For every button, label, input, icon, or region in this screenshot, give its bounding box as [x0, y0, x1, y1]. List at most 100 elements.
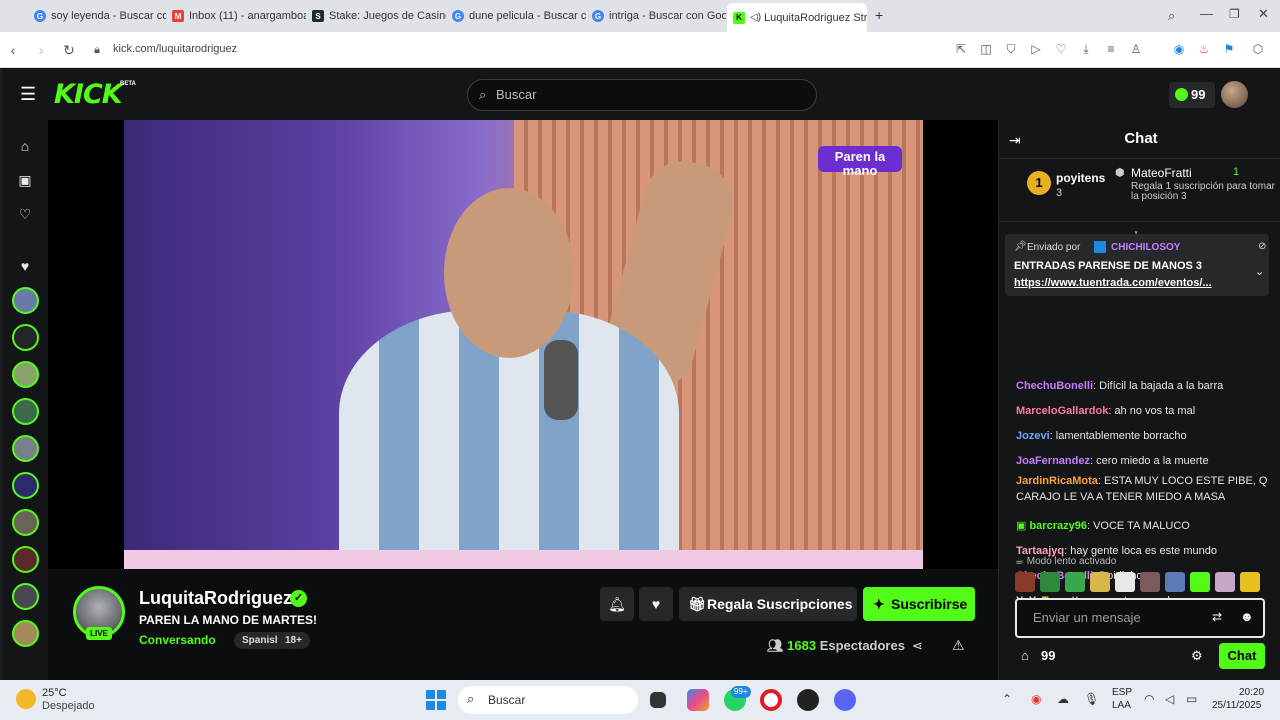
followed-channel-avatar[interactable] — [12, 472, 39, 499]
emote[interactable] — [1090, 572, 1110, 592]
stream-category[interactable]: Conversando — [139, 633, 216, 647]
chat-username[interactable]: MarceloGallardok — [1016, 405, 1108, 417]
kicks-balance-button[interactable]: 99 — [1169, 82, 1215, 108]
browser-tab[interactable]: G dune pelicula - Buscar con — [446, 4, 586, 28]
chat-username[interactable]: JardinRicaMota — [1016, 475, 1098, 487]
reload-icon[interactable]: ↻ — [60, 41, 78, 59]
new-tab-icon[interactable]: + — [875, 8, 889, 22]
pinned-link[interactable]: https://www.tuentrada.com/eventos/... — [1014, 277, 1236, 289]
emote[interactable] — [1115, 572, 1135, 592]
battery-icon[interactable]: ▭ — [1186, 692, 1197, 706]
kicks-footer-count[interactable]: 99 — [1041, 648, 1055, 663]
followed-channel-avatar[interactable] — [12, 620, 39, 647]
app-icon[interactable] — [797, 689, 819, 711]
keyboard-layout[interactable]: LAA — [1112, 700, 1131, 711]
report-icon[interactable]: ⚠ — [952, 637, 965, 654]
chat-username[interactable]: Jozevi — [1016, 430, 1050, 442]
browser-tab[interactable]: G soy leyenda - Buscar con G — [28, 4, 166, 28]
followed-channel-avatar[interactable] — [12, 287, 39, 314]
search-tabs-icon[interactable]: ⌕ — [1168, 8, 1175, 24]
play-icon[interactable]: ▷ — [1029, 42, 1043, 56]
followed-channel-avatar[interactable] — [12, 546, 39, 573]
emote[interactable] — [1240, 572, 1260, 592]
send-chat-button[interactable]: Chat — [1219, 643, 1265, 669]
weather-icon[interactable] — [16, 689, 36, 709]
lock-icon[interactable]: 🔒︎ — [88, 41, 106, 59]
followed-channel-avatar[interactable] — [12, 509, 39, 536]
emote[interactable] — [1140, 572, 1160, 592]
volume-icon[interactable]: ◁ — [1165, 692, 1174, 706]
emote[interactable] — [1040, 572, 1060, 592]
browser-tab[interactable]: M Inbox (11) - anargamboa — [166, 4, 306, 28]
microphone-icon[interactable]: 🎙︎ — [1084, 692, 1099, 706]
wifi-icon[interactable]: ◠ — [1144, 692, 1154, 706]
leader-name[interactable]: poyitens — [1056, 171, 1105, 185]
shield-icon[interactable]: ⛉ — [1004, 42, 1018, 56]
video-frame[interactable]: Paren la mano — [124, 120, 923, 569]
followed-channel-avatar[interactable] — [12, 361, 39, 388]
browse-icon[interactable]: ▣ — [17, 172, 33, 188]
emote[interactable] — [1215, 572, 1235, 592]
tag-age[interactable]: 18+ — [277, 632, 310, 649]
discord-icon[interactable] — [834, 689, 856, 711]
leader2-name[interactable]: MateoFratti — [1131, 166, 1192, 180]
browser-tab[interactable]: G intriga - Buscar con Goog — [586, 4, 726, 28]
browser-tab[interactable]: S Stake: Juegos de Casino O — [306, 4, 446, 28]
chat-username[interactable]: JoaFernandez — [1016, 455, 1090, 467]
emote[interactable] — [1190, 572, 1210, 592]
clock-date[interactable]: 25/11/2025 — [1212, 700, 1261, 711]
taskbar-search[interactable]: Buscar — [458, 686, 638, 714]
copilot-icon[interactable] — [687, 689, 709, 711]
browser-tab-active[interactable]: K ◁) LuquitaRodriguez Stre — [727, 3, 867, 32]
extension-icon[interactable]: ⚑ — [1222, 42, 1236, 56]
followed-channel-avatar[interactable] — [12, 324, 39, 351]
chat-username[interactable]: barcrazy96 — [1029, 520, 1087, 532]
notification-bell-button[interactable]: 🔔︎ — [600, 587, 634, 621]
extension-icon[interactable]: ◉ — [1172, 42, 1186, 56]
camera-icon[interactable]: ◫ — [979, 42, 993, 56]
emote[interactable] — [1065, 572, 1085, 592]
video-player[interactable]: Paren la mano — [48, 120, 998, 569]
heart-icon[interactable]: ♡ — [1054, 42, 1068, 56]
forward-icon[interactable]: › — [32, 41, 50, 59]
back-icon[interactable]: ‹ — [4, 41, 22, 59]
task-view-icon[interactable] — [650, 692, 666, 708]
emote[interactable] — [1165, 572, 1185, 592]
minimize-icon[interactable]: — — [1200, 6, 1213, 21]
translate-icon[interactable]: ⇄ — [1212, 610, 1222, 624]
kick-logo[interactable]: KICK — [54, 79, 123, 110]
hide-icon[interactable]: ⊘ — [1258, 241, 1266, 252]
maximize-icon[interactable]: ❐ — [1229, 7, 1240, 21]
followed-channel-avatar[interactable] — [12, 398, 39, 425]
user-avatar[interactable] — [1221, 81, 1248, 108]
menu-icon[interactable]: ≡ — [1104, 42, 1118, 56]
pinned-by-user[interactable]: CHICHILOSOY — [1111, 242, 1180, 253]
tray-icon[interactable]: ◉ — [1031, 692, 1041, 706]
weather-temp[interactable]: 25°C — [42, 687, 67, 699]
follow-button[interactable]: ♥ — [639, 587, 673, 621]
cloud-icon[interactable]: ☁ — [1057, 692, 1069, 706]
followed-channel-avatar[interactable] — [12, 583, 39, 610]
url-field[interactable]: kick.com/luquitarodriguez — [113, 43, 237, 55]
extension-icon[interactable]: ⬡ — [1251, 42, 1265, 56]
opera-icon[interactable] — [760, 689, 782, 711]
emoji-icon[interactable]: ☻ — [1240, 609, 1254, 624]
chat-username[interactable]: ChechuBonelli — [1016, 380, 1093, 392]
subscribe-button[interactable]: ✦ Suscribirse — [863, 587, 975, 621]
clock-time[interactable]: 20:20 — [1239, 687, 1264, 698]
chat-message-input[interactable]: Enviar un mensaje — [1015, 598, 1265, 638]
gift-subscriptions-button[interactable]: 🎁︎ Regala Suscripciones — [679, 587, 857, 621]
close-icon[interactable]: ✕ — [1258, 6, 1269, 22]
home-icon[interactable]: ⌂ — [17, 138, 33, 154]
search-input[interactable]: Buscar — [467, 79, 817, 111]
hamburger-menu-icon[interactable]: ☰ — [20, 85, 38, 103]
followed-channel-avatar[interactable] — [12, 435, 39, 462]
share-icon[interactable]: ⋖ — [912, 638, 923, 654]
share-icon[interactable]: ⇱ — [954, 42, 968, 56]
windows-start-icon[interactable] — [426, 690, 446, 710]
chevron-up-icon[interactable]: ⌃ — [1002, 692, 1012, 706]
emote[interactable] — [1015, 572, 1035, 592]
chevron-down-icon[interactable]: ⌄ — [1255, 265, 1264, 278]
following-icon[interactable]: ♡ — [17, 206, 33, 222]
extension-icon[interactable]: ♨ — [1197, 42, 1211, 56]
